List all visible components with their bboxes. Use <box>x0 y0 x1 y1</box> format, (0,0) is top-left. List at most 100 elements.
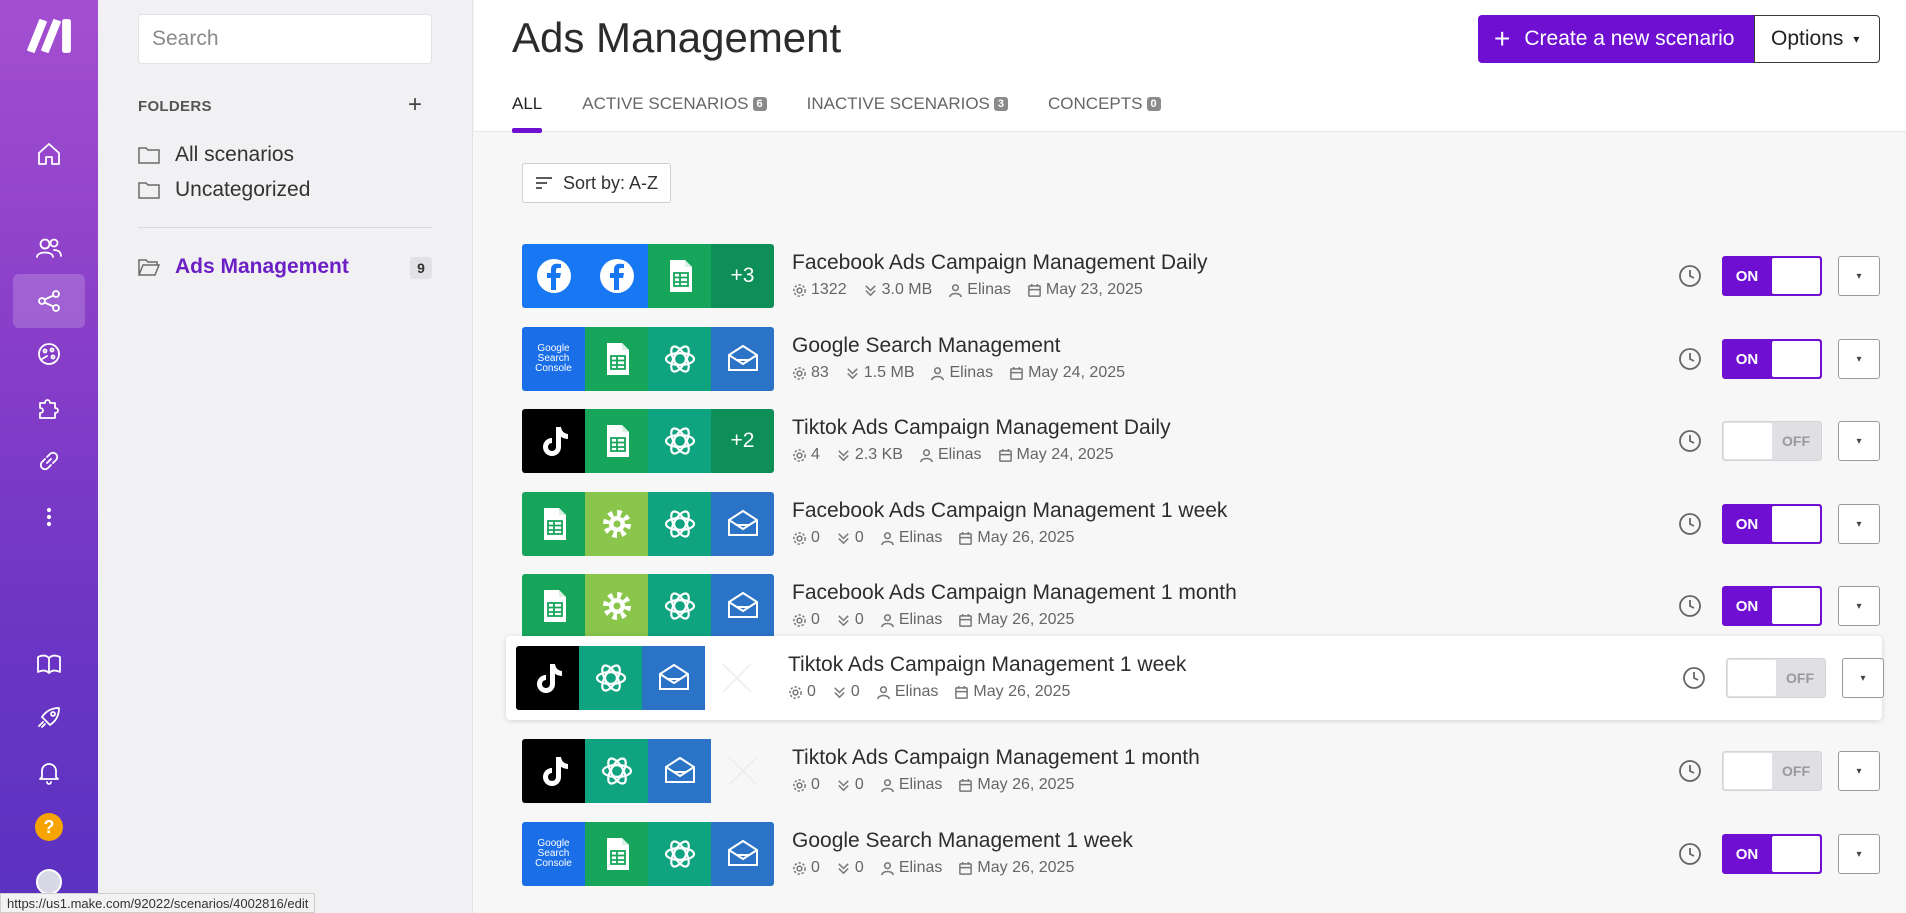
add-folder-button[interactable]: + <box>408 91 422 119</box>
rocket-icon[interactable] <box>13 691 85 745</box>
scenario-row[interactable]: Google Search Console Google Search Manag… <box>522 822 1880 886</box>
scenario-row[interactable]: +2 Tiktok Ads Campaign Management Daily 4 2… <box>522 409 1880 473</box>
search-input[interactable]: Search <box>138 14 432 64</box>
created-date: May 26, 2025 <box>977 859 1075 876</box>
email-icon <box>711 822 774 886</box>
toggle-label: OFF <box>1786 670 1814 686</box>
tab-count-badge: 6 <box>752 97 767 111</box>
scenario-toggle[interactable]: OFF <box>1722 751 1822 791</box>
scenario-menu-button[interactable]: ▾ <box>1842 658 1884 698</box>
schedule-clock-icon[interactable] <box>1677 346 1703 372</box>
bell-icon[interactable] <box>13 745 85 799</box>
google-sheets-icon <box>585 327 648 391</box>
connections-icon[interactable] <box>13 434 85 488</box>
scenario-menu-button[interactable]: ▾ <box>1838 339 1880 379</box>
tab-active-scenarios[interactable]: ACTIVE SCENARIOS 6 <box>582 94 767 128</box>
scenario-name[interactable]: Google Search Management 1 week <box>792 829 1133 853</box>
scenario-menu-button[interactable]: ▾ <box>1838 834 1880 874</box>
toggle-knob <box>1724 753 1772 789</box>
scenario-toggle[interactable]: OFF <box>1722 421 1822 461</box>
operations-count: 1322 <box>811 281 847 298</box>
caret-down-icon: ▾ <box>1856 518 1862 530</box>
scenario-row[interactable]: Google Search Console Google Search Manag… <box>522 327 1880 391</box>
tab-concepts[interactable]: CONCEPTS 0 <box>1048 94 1161 128</box>
caret-down-icon: ▾ <box>1860 672 1866 684</box>
schedule-clock-icon[interactable] <box>1677 758 1703 784</box>
tiktok-icon <box>516 646 579 710</box>
schedule-clock-icon[interactable] <box>1677 511 1703 537</box>
scenario-toggle[interactable]: ON <box>1722 586 1822 626</box>
scenario-menu-button[interactable]: ▾ <box>1838 504 1880 544</box>
more-icon[interactable] <box>13 490 85 544</box>
scenario-name[interactable]: Facebook Ads Campaign Management 1 week <box>792 499 1227 523</box>
scenario-row[interactable]: Tiktok Ads Campaign Management 1 month 0 0… <box>522 739 1880 803</box>
schedule-clock-icon[interactable] <box>1677 841 1703 867</box>
docs-icon[interactable] <box>13 637 85 691</box>
scenario-toggle[interactable]: ON <box>1722 256 1822 296</box>
scenario-menu-button[interactable]: ▾ <box>1838 751 1880 791</box>
schedule-clock-icon[interactable] <box>1681 665 1707 691</box>
folder-uncategorized[interactable]: Uncategorized <box>138 178 310 202</box>
sort-label: Sort by: A-Z <box>563 172 659 193</box>
scenario-modules <box>522 492 774 556</box>
more-modules-badge: +3 <box>711 244 774 308</box>
scenario-name[interactable]: Facebook Ads Campaign Management 1 month <box>792 581 1237 605</box>
sort-button[interactable]: Sort by: A-Z <box>522 163 672 203</box>
scenario-row[interactable]: Facebook Ads Campaign Management 1 month… <box>522 574 1880 638</box>
data-size: 3.0 MB <box>881 281 933 298</box>
folder-all-scenarios[interactable]: All scenarios <box>138 143 294 167</box>
plus-icon: + <box>1494 23 1511 54</box>
scenario-name[interactable]: Facebook Ads Campaign Management Daily <box>792 251 1208 275</box>
operations-count: 0 <box>811 776 820 793</box>
schedule-clock-icon[interactable] <box>1677 428 1703 454</box>
scenario-name[interactable]: Tiktok Ads Campaign Management Daily <box>792 416 1171 440</box>
scenario-meta: 0 0 Elinas May 26, 2025 <box>788 683 1086 701</box>
scenario-name[interactable]: Google Search Management <box>792 334 1061 358</box>
scenario-row[interactable]: Tiktok Ads Campaign Management 1 week 0 0 E… <box>506 636 1884 720</box>
schedule-clock-icon[interactable] <box>1677 593 1703 619</box>
scenarios-icon[interactable] <box>13 274 85 328</box>
empty-module-icon <box>705 646 768 710</box>
create-scenario-button[interactable]: + Create a new scenario <box>1478 15 1758 63</box>
make-logo[interactable] <box>26 14 72 54</box>
templates-icon[interactable] <box>13 327 85 381</box>
tab-all[interactable]: ALL <box>512 94 543 133</box>
operations-count: 0 <box>811 529 820 546</box>
folder-icon <box>138 147 160 164</box>
data-transfer-icon <box>847 367 858 379</box>
help-button[interactable]: ? <box>13 800 85 854</box>
scenario-row[interactable]: +3 Facebook Ads Campaign Management Daily… <box>522 244 1880 308</box>
scenario-toggle[interactable]: OFF <box>1726 658 1826 698</box>
scenario-menu-button[interactable]: ▾ <box>1838 586 1880 626</box>
owner-name: Elinas <box>894 683 939 700</box>
tab-inactive-scenarios[interactable]: INACTIVE SCENARIOS 3 <box>807 94 1009 128</box>
scenario-menu-button[interactable]: ▾ <box>1838 421 1880 461</box>
scenario-meta: 0 0 Elinas May 26, 2025 <box>792 776 1090 794</box>
schedule-clock-icon[interactable] <box>1677 263 1703 289</box>
team-icon[interactable] <box>13 221 85 275</box>
google-sheets-icon <box>522 574 585 638</box>
scenario-name[interactable]: Tiktok Ads Campaign Management 1 month <box>792 746 1200 770</box>
scenario-modules <box>522 739 774 803</box>
tools-icon <box>585 492 648 556</box>
scenario-name[interactable]: Tiktok Ads Campaign Management 1 week <box>788 653 1186 677</box>
home-icon[interactable] <box>13 127 85 181</box>
caret-down-icon: ▾ <box>1856 270 1862 282</box>
data-size: 0 <box>850 683 860 700</box>
folder-label: Uncategorized <box>175 178 311 201</box>
scenario-toggle[interactable]: ON <box>1722 834 1822 874</box>
scenario-menu-button[interactable]: ▾ <box>1838 256 1880 296</box>
toggle-label: ON <box>1735 267 1759 285</box>
options-button[interactable]: Options ▾ <box>1754 15 1880 63</box>
scenario-toggle[interactable]: ON <box>1722 339 1822 379</box>
scenario-row[interactable]: Facebook Ads Campaign Management 1 week 0… <box>522 492 1880 556</box>
folder-ads-management[interactable]: Ads Management <box>138 255 349 279</box>
toggle-knob <box>1724 423 1772 459</box>
empty-module-icon <box>711 739 774 803</box>
scenario-toggle[interactable]: ON <box>1722 504 1822 544</box>
apps-icon[interactable] <box>13 381 85 435</box>
scenario-tabs: ALL ACTIVE SCENARIOS 6 INACTIVE SCENARIO… <box>512 94 1201 133</box>
toggle-label: ON <box>1735 597 1759 615</box>
data-transfer-icon <box>834 686 845 698</box>
search-console-icon: Google Search Console <box>522 822 585 886</box>
